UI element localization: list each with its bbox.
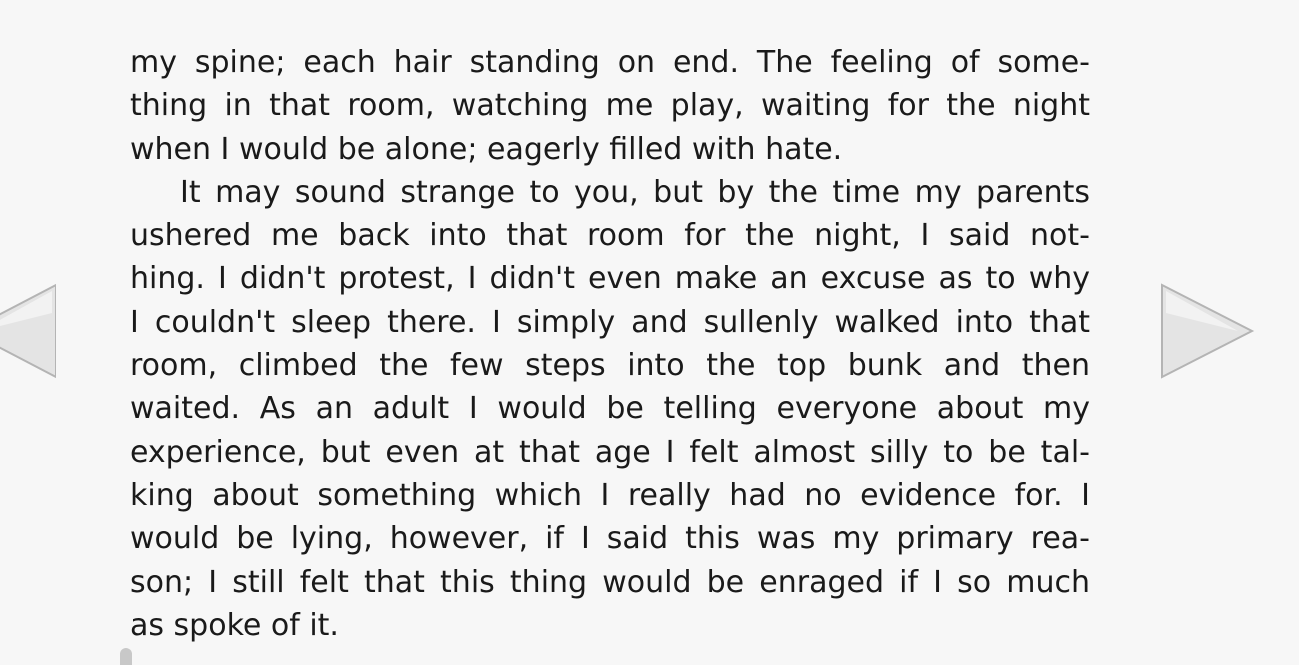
ebook-reader: my spine; each hair standing on end. The… <box>0 0 1299 665</box>
text-line: hing. I didn't protest, I didn't even ma… <box>130 261 1090 297</box>
triangle-right-icon <box>1161 283 1255 379</box>
scrollbar-handle[interactable] <box>120 648 132 665</box>
text-line: king about something which I really had … <box>130 477 1090 513</box>
text-line: would be lying, however, if I said this … <box>130 521 1090 557</box>
text-line: room, climbed the few steps into the top… <box>130 348 1090 384</box>
text-line: when I would be alone; eagerly filled wi… <box>130 131 843 167</box>
text-line: It may sound strange to you, but by the … <box>180 174 1090 210</box>
text-line: I couldn't sleep there. I simply and sul… <box>130 304 1090 340</box>
text-line: thing in that room, watching me play, wa… <box>130 88 1090 124</box>
text-line: waited. As an adult I would be telling e… <box>130 391 1090 427</box>
triangle-left-icon <box>0 283 57 379</box>
previous-page-button[interactable] <box>0 283 57 379</box>
text-line: experience, but even at that age I felt … <box>130 434 1090 470</box>
next-page-button[interactable] <box>1160 283 1256 379</box>
text-line: as spoke of it. <box>130 607 339 643</box>
text-line: my spine; each hair standing on end. The… <box>130 45 1090 80</box>
text-line: ushered me back into that room for the n… <box>130 218 1090 254</box>
text-line: son; I still felt that this thing would … <box>130 564 1090 600</box>
page-text: my spine; each hair standing on end. The… <box>130 41 1090 647</box>
